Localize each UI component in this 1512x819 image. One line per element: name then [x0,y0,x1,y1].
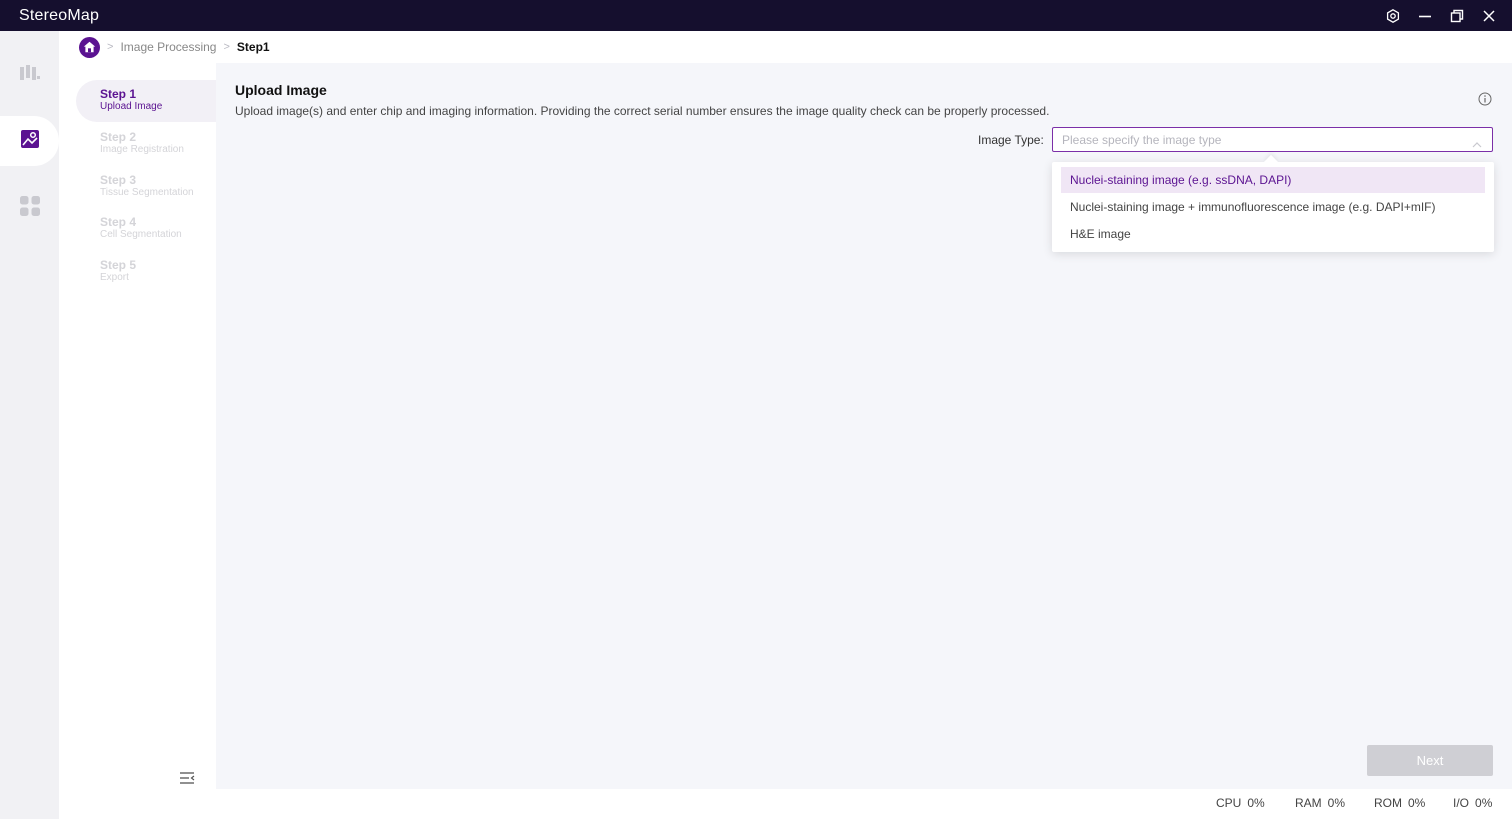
help-icon[interactable] [1478,92,1492,106]
home-button[interactable] [79,36,100,58]
image-type-placeholder: Please specify the image type [1062,133,1222,147]
chevron-right-icon: > [107,41,114,53]
image-type-dropdown: Nuclei-staining image (e.g. ssDNA, DAPI)… [1052,154,1494,252]
rom-label: ROM [1374,796,1402,810]
ram-usage: RAM 0% [1295,796,1345,810]
page-description: Upload image(s) and enter chip and imagi… [235,104,1050,118]
status-bar: CPU 0% RAM 0% ROM 0% I/O 0% [59,789,1512,819]
image-type-select[interactable]: Please specify the image type [1052,127,1493,152]
rom-usage: ROM 0% [1374,796,1425,810]
app-title: StereoMap [19,6,100,24]
io-usage: I/O 0% [1453,796,1492,810]
cpu-value: 0% [1247,796,1265,810]
steps-sidebar: Step 1 Upload Image Step 2 Image Registr… [59,63,216,789]
page-title: Upload Image [235,82,327,98]
ram-label: RAM [1295,796,1322,810]
window-controls [1384,0,1498,31]
step-subtitle: Image Registration [100,144,184,155]
step-2[interactable]: Step 2 Image Registration [76,123,216,165]
step-5[interactable]: Step 5 Export [76,251,216,293]
step-1[interactable]: Step 1 Upload Image [76,80,216,122]
step-subtitle: Export [100,272,129,283]
step-subtitle: Tissue Segmentation [100,187,194,198]
breadcrumb: > Image Processing > Step1 [59,31,1512,63]
io-value: 0% [1475,796,1493,810]
rail-item-apps[interactable] [0,183,59,233]
step-subtitle: Upload Image [100,101,163,112]
step-title: Step 5 [100,258,137,272]
chevron-up-icon [1472,136,1482,148]
image-type-label: Image Type: [978,133,1044,147]
step-subtitle: Cell Segmentation [100,229,182,240]
next-button[interactable]: Next [1367,745,1493,776]
close-icon[interactable] [1480,7,1498,25]
cpu-label: CPU [1216,796,1242,810]
settings-icon[interactable] [1384,7,1402,25]
step-title: Step 2 [100,130,137,144]
step-3[interactable]: Step 3 Tissue Segmentation [76,166,216,208]
image-type-option[interactable]: Nuclei-staining image + immunofluorescen… [1061,194,1485,220]
step-title: Step 4 [100,215,137,229]
image-type-option[interactable]: H&E image [1061,221,1485,247]
step-4[interactable]: Step 4 Cell Segmentation [76,208,216,250]
home-icon [83,41,96,53]
image-icon [20,129,40,154]
ram-value: 0% [1327,796,1346,810]
breadcrumb-current: Step1 [236,40,270,54]
step-title: Step 3 [100,173,137,187]
cpu-usage: CPU 0% [1216,796,1265,810]
minimize-icon[interactable] [1416,7,1434,25]
left-rail [0,31,59,819]
rail-item-image-processing[interactable] [0,116,59,166]
apps-icon [19,195,41,222]
image-type-option[interactable]: Nuclei-staining image (e.g. ssDNA, DAPI) [1061,167,1485,193]
map-icon [19,64,41,87]
restore-icon[interactable] [1448,7,1466,25]
title-bar: StereoMap [0,0,1512,31]
breadcrumb-image-processing[interactable]: Image Processing [120,40,216,54]
collapse-sidebar-icon[interactable] [179,771,197,787]
main-panel: Upload Image Upload image(s) and enter c… [216,63,1512,789]
step-title: Step 1 [100,87,137,101]
rom-value: 0% [1408,796,1426,810]
io-label: I/O [1453,796,1470,810]
rail-item-map[interactable] [0,50,59,100]
chevron-right-icon: > [223,41,230,53]
